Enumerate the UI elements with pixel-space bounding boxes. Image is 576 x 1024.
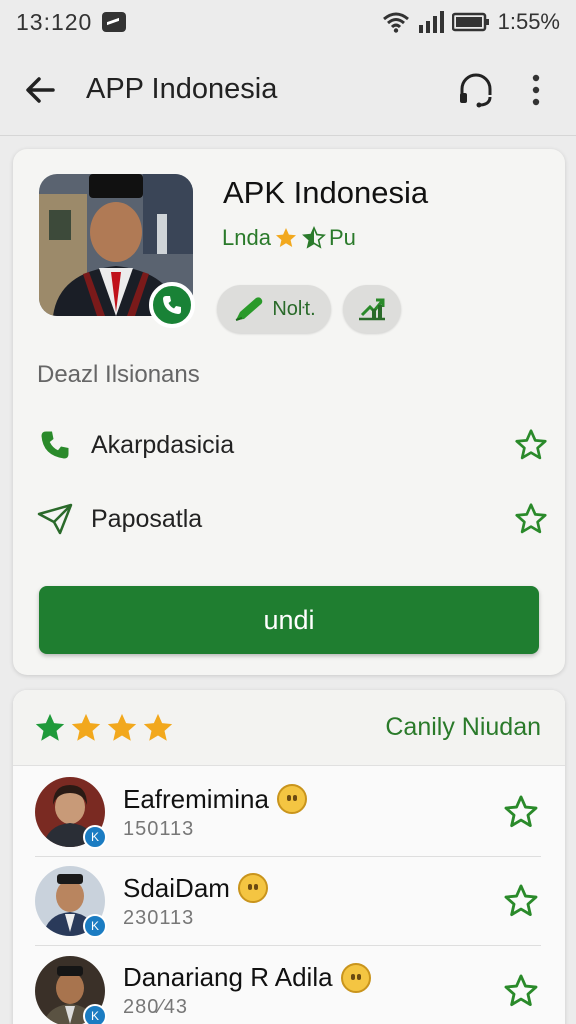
star-outline-icon xyxy=(504,974,538,1006)
app-rating-line: Lnda Pu xyxy=(222,225,356,251)
review-date: 150113 xyxy=(123,817,195,840)
headset-button[interactable] xyxy=(456,70,496,110)
star-outline-icon xyxy=(504,884,538,917)
app-name: APK Indonesia xyxy=(223,175,429,210)
star-filled-icon xyxy=(143,713,173,741)
section-title: Deazl Ilsionans xyxy=(37,361,200,388)
send-icon xyxy=(35,499,75,539)
star-filled-icon xyxy=(107,713,137,741)
favorite-star-button[interactable] xyxy=(501,971,541,1011)
status-right-group: 1:55% xyxy=(382,9,560,35)
battery-icon xyxy=(451,12,490,32)
app-bar-title: APP Indonesia xyxy=(86,73,278,105)
battery-percent: 1:55% xyxy=(497,9,560,34)
review-text: SdaiDam 230113 xyxy=(123,873,268,930)
favorite-star-button[interactable] xyxy=(501,881,541,921)
headset-icon xyxy=(460,73,492,107)
status-time: 13:120 xyxy=(16,8,93,35)
detail-row[interactable]: Akarpdasicia xyxy=(35,420,551,470)
wifi-icon xyxy=(382,11,410,33)
pencil-icon xyxy=(235,297,263,321)
favorite-star-button[interactable] xyxy=(511,425,551,465)
app-avatar xyxy=(39,174,195,328)
reviews-card: Canily Niudan K Eafremimina 150113 K Sda… xyxy=(13,690,565,1024)
app-bar: APP Indonesia xyxy=(0,44,576,136)
reviewer-name-line: Danariang R Adila xyxy=(123,962,371,993)
reviewer-avatar: K xyxy=(35,955,107,1024)
more-options-button[interactable] xyxy=(516,70,556,110)
reviewer-name: SdaiDam xyxy=(123,872,230,903)
smiley-emoji-icon xyxy=(276,784,307,814)
star-filled-icon xyxy=(71,713,101,741)
review-text: Danariang R Adila 280⁄43 xyxy=(123,962,371,1019)
verified-badge-icon: K xyxy=(83,914,107,938)
phone-badge-icon xyxy=(149,282,195,328)
detail-row[interactable]: Paposatla xyxy=(35,494,551,544)
star-outline-icon xyxy=(504,795,538,828)
back-button[interactable] xyxy=(20,70,60,110)
primary-action-button[interactable]: undi xyxy=(39,586,539,654)
note-chip-button[interactable]: Noŀt. xyxy=(217,285,331,333)
star-outline-icon xyxy=(515,503,547,534)
verified-badge-icon: K xyxy=(83,1003,107,1024)
reviewer-name: Danariang R Adila xyxy=(123,962,333,992)
review-item[interactable]: K Eafremimina 150113 xyxy=(35,768,541,857)
star-half-icon xyxy=(302,226,326,249)
review-item[interactable]: K Danariang R Adila 280⁄43 xyxy=(35,946,541,1024)
favorite-star-button[interactable] xyxy=(501,792,541,832)
reviewer-name: Eafremimina xyxy=(123,783,269,814)
trend-chip-button[interactable] xyxy=(343,285,401,333)
reviews-rating-stars xyxy=(33,711,175,745)
phone-icon xyxy=(35,425,75,465)
rating-suffix: Pu xyxy=(328,225,356,250)
detail-label: Paposatla xyxy=(91,504,203,533)
arrow-left-icon xyxy=(26,76,55,103)
app-bar-actions xyxy=(456,70,556,110)
status-bar: 13:120 1:55% xyxy=(0,0,576,44)
verified-badge-icon: K xyxy=(83,825,107,849)
smiley-emoji-icon xyxy=(340,962,371,993)
reviews-link[interactable]: Canily Niudan xyxy=(385,713,541,742)
reviewer-avatar: K xyxy=(35,777,107,849)
trending-up-icon xyxy=(359,298,385,321)
rating-prefix: Lnda xyxy=(222,225,271,250)
signal-icon xyxy=(418,11,444,33)
detail-label: Akarpdasicia xyxy=(91,430,235,459)
smiley-emoji-icon xyxy=(237,873,268,903)
review-date: 280⁄43 xyxy=(123,996,188,1018)
star-filled-icon xyxy=(35,713,65,741)
review-date: 230113 xyxy=(123,906,195,929)
note-chip-label: Noŀt. xyxy=(272,297,316,320)
app-info-card: APK Indonesia Lnda Pu Noŀt. Deazl Ilsion… xyxy=(13,149,565,675)
review-item[interactable]: K SdaiDam 230113 xyxy=(35,857,541,946)
review-text: Eafremimina 150113 xyxy=(123,784,307,841)
star-filled-icon xyxy=(275,228,296,247)
reviewer-avatar: K xyxy=(35,866,107,938)
reviewer-name-line: Eafremimina xyxy=(123,784,307,815)
favorite-star-button[interactable] xyxy=(511,499,551,539)
star-outline-icon xyxy=(515,429,547,460)
more-vert-icon xyxy=(532,74,540,105)
reviewer-name-line: SdaiDam xyxy=(123,873,268,904)
reviews-header: Canily Niudan xyxy=(13,690,565,766)
message-notification-icon xyxy=(102,12,127,32)
